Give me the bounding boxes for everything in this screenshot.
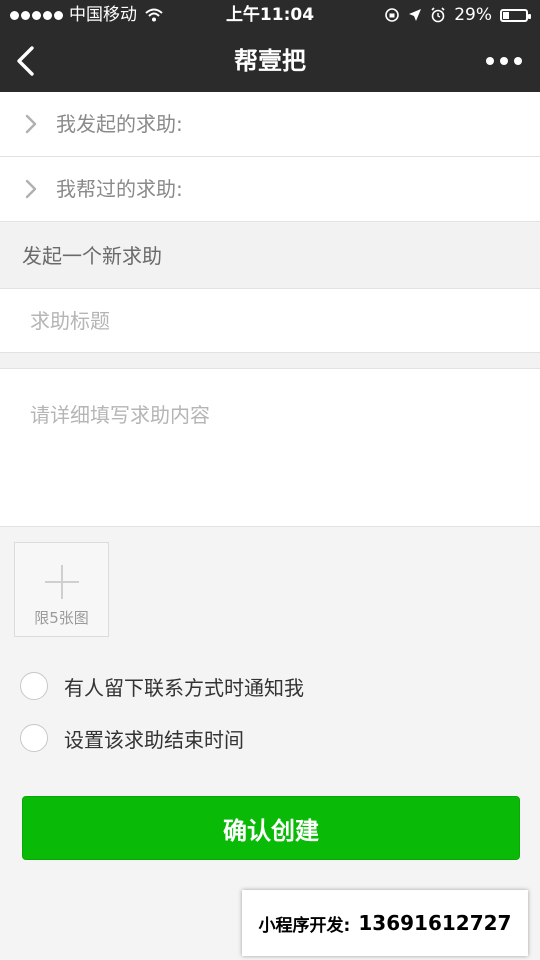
notify-label: 有人留下联系方式时通知我 bbox=[64, 675, 304, 700]
nav-bar: 帮壹把 bbox=[0, 30, 540, 92]
status-right: 29% bbox=[384, 0, 531, 30]
alarm-icon bbox=[431, 7, 445, 23]
end-time-label: 设置该求助结束时间 bbox=[64, 727, 244, 752]
promo-label: 小程序开发: bbox=[258, 915, 351, 936]
notify-option[interactable]: 有人留下联系方式时通知我 bbox=[20, 670, 304, 702]
battery-icon bbox=[500, 8, 531, 22]
chevron-right-icon bbox=[25, 179, 37, 199]
divider bbox=[0, 353, 540, 369]
rotation-lock-icon bbox=[385, 8, 400, 22]
battery-level bbox=[503, 11, 509, 19]
battery-percent: 29% bbox=[454, 5, 492, 25]
end-time-radio[interactable] bbox=[20, 724, 48, 752]
confirm-create-button[interactable]: 确认创建 bbox=[22, 796, 520, 860]
plus-icon bbox=[45, 565, 79, 599]
more-dots-icon[interactable] bbox=[486, 52, 522, 70]
row-helped-label: 我帮过的求助: bbox=[56, 177, 183, 201]
notify-radio[interactable] bbox=[20, 672, 48, 700]
promo-banner: 小程序开发: 13691612727 bbox=[242, 890, 528, 956]
request-title-input[interactable] bbox=[0, 289, 540, 353]
row-my-requests[interactable]: 我发起的求助: bbox=[0, 92, 540, 157]
end-time-option[interactable]: 设置该求助结束时间 bbox=[20, 722, 244, 754]
status-bar: 中国移动 上午11:04 29% bbox=[0, 0, 540, 30]
upload-limit-label: 限5张图 bbox=[34, 609, 89, 627]
page-title: 帮壹把 bbox=[234, 47, 306, 75]
section-header: 发起一个新求助 bbox=[0, 223, 540, 289]
section-header-label: 发起一个新求助 bbox=[22, 244, 162, 268]
promo-phone: 13691612727 bbox=[358, 911, 512, 935]
add-image-button[interactable]: 限5张图 bbox=[14, 542, 109, 637]
top-bar: 中国移动 上午11:04 29% 帮壹把 bbox=[0, 0, 540, 92]
chevron-right-icon bbox=[25, 114, 37, 134]
location-icon bbox=[409, 9, 422, 21]
row-helped[interactable]: 我帮过的求助: bbox=[0, 157, 540, 222]
request-content-textarea[interactable] bbox=[0, 369, 540, 527]
row-my-requests-label: 我发起的求助: bbox=[56, 112, 183, 136]
